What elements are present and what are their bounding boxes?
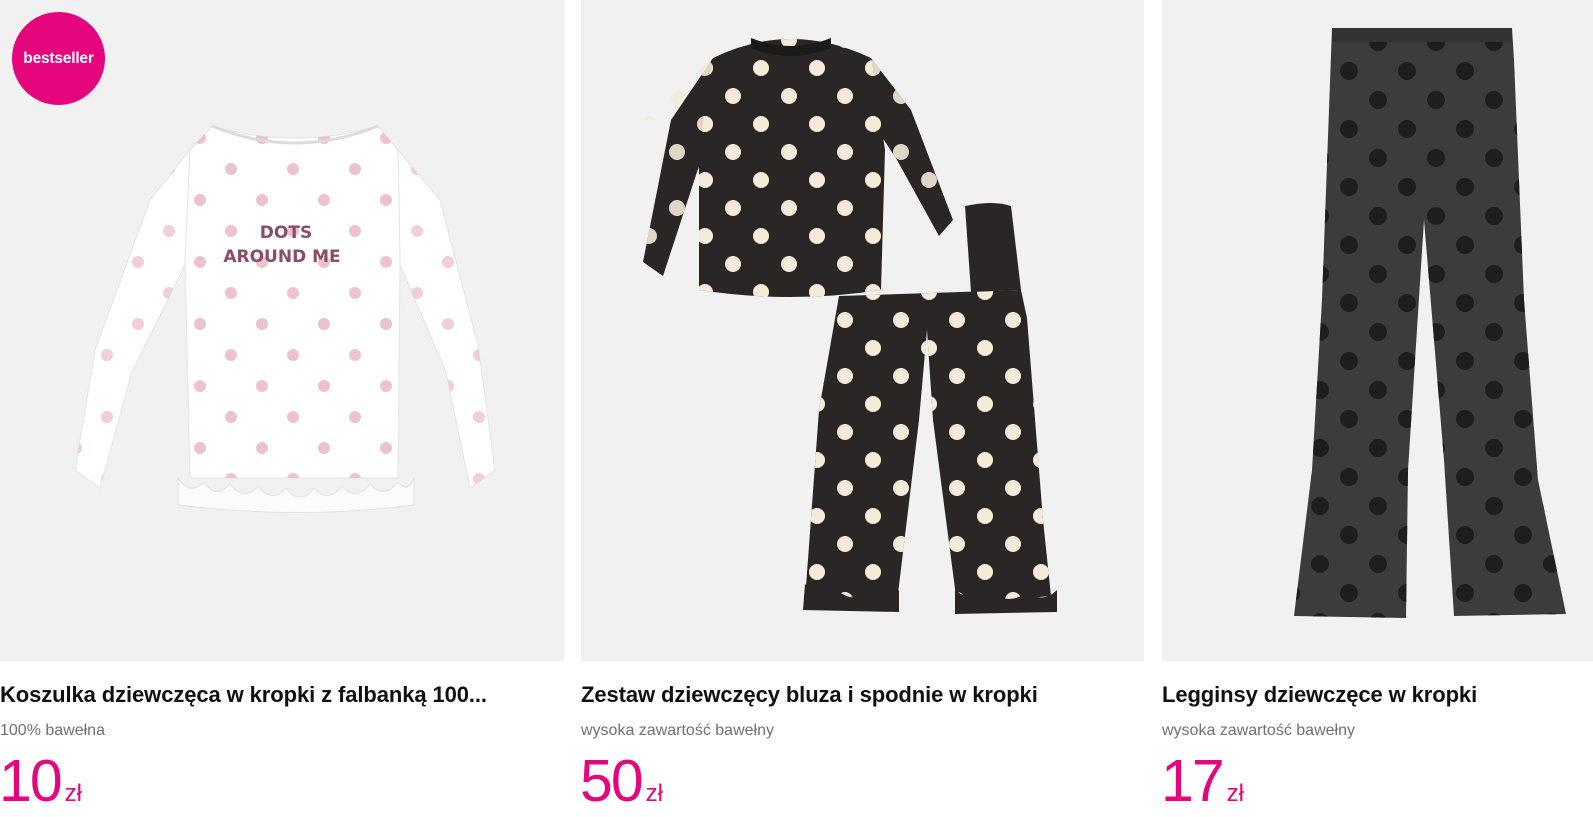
price-amount: 50 <box>580 748 644 814</box>
product-image[interactable] <box>581 0 1144 661</box>
product-title[interactable]: Legginsy dziewczęce w kropki <box>1162 682 1477 708</box>
price-amount: 17 <box>1161 748 1225 814</box>
price-amount: 10 <box>0 748 63 814</box>
price-currency: zł <box>1226 780 1244 807</box>
product-card[interactable]: Zestaw dziewczęcy bluza i spodnie w krop… <box>580 0 1144 817</box>
shirt-print-line1: DOTS <box>260 223 312 243</box>
product-price: 17 zł <box>1161 752 1244 811</box>
bestseller-badge: bestseller <box>12 12 105 105</box>
product-material: wysoka zawartość bawełny <box>581 722 774 739</box>
product-material: wysoka zawartość bawełny <box>1162 722 1355 739</box>
product-card[interactable]: DOTS AROUND ME bestseller Koszulka dziew… <box>0 0 564 817</box>
price-currency: zł <box>645 780 663 807</box>
product-card[interactable]: Legginsy dziewczęce w kropki wysoka zawa… <box>1161 0 1593 817</box>
product-image[interactable]: DOTS AROUND ME bestseller <box>0 0 564 661</box>
product-price: 10 zł <box>0 752 82 811</box>
product-grid: DOTS AROUND ME bestseller Koszulka dziew… <box>0 0 1593 817</box>
price-currency: zł <box>64 780 82 807</box>
product-material: 100% bawełna <box>0 722 105 739</box>
product-title[interactable]: Zestaw dziewczęcy bluza i spodnie w krop… <box>581 682 1038 708</box>
pajama-set-illustration <box>643 38 1057 614</box>
shirt-illustration: DOTS AROUND ME <box>74 124 496 513</box>
shirt-print-line2: AROUND ME <box>223 247 340 267</box>
product-title[interactable]: Koszulka dziewczęca w kropki z falbanką … <box>0 682 487 708</box>
leggings-illustration <box>1294 28 1566 618</box>
product-image[interactable] <box>1162 0 1593 661</box>
product-price: 50 zł <box>580 752 663 811</box>
